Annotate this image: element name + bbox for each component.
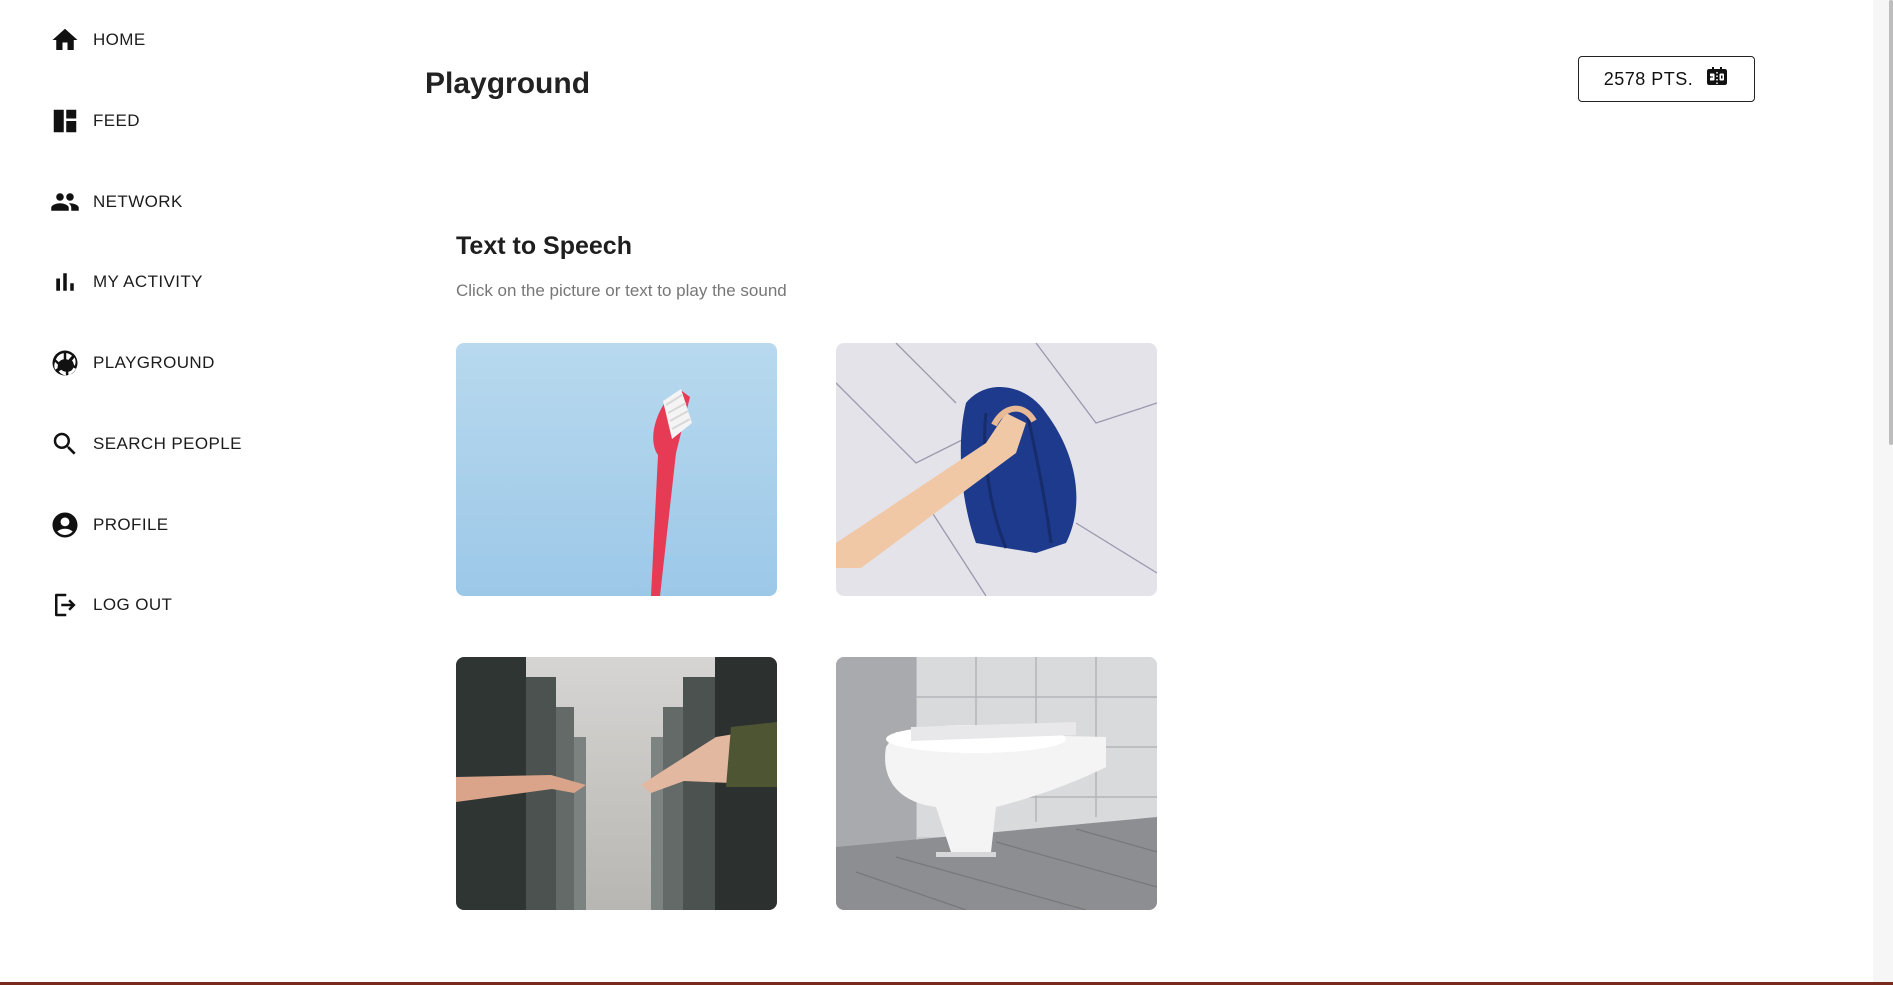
section-title: Text to Speech: [456, 232, 632, 260]
page-title: Playground: [425, 67, 591, 100]
people-icon: [50, 187, 80, 217]
towel-image: [836, 343, 1157, 596]
sidebar-item-playground[interactable]: PLAYGROUND: [50, 343, 215, 383]
account-circle-icon: [50, 510, 80, 540]
search-icon: [50, 429, 80, 459]
sidebar-item-feed[interactable]: FEED: [50, 101, 140, 141]
points-badge[interactable]: 2578 PTS.: [1578, 56, 1755, 102]
sidebar: HOME FEED NETWORK MY ACTIVITY PLAYGROUND: [0, 0, 330, 985]
scrollbar-thumb[interactable]: [1889, 0, 1893, 445]
toothbrush-image: [456, 343, 777, 596]
sidebar-item-my-activity[interactable]: MY ACTIVITY: [50, 262, 203, 302]
home-icon: [50, 25, 80, 55]
sidebar-item-network[interactable]: NETWORK: [50, 182, 183, 222]
dashboard-icon: [50, 106, 80, 136]
toilet-card[interactable]: [836, 657, 1157, 910]
logout-icon: [50, 590, 80, 620]
sidebar-item-profile[interactable]: PROFILE: [50, 505, 169, 545]
towel-card[interactable]: [836, 343, 1157, 596]
sidebar-item-home[interactable]: HOME: [50, 20, 146, 60]
sidebar-item-label: HOME: [93, 30, 146, 49]
toilet-image: [836, 657, 1157, 910]
hands-reaching-image: [456, 657, 777, 910]
scoreboard-icon: [1705, 65, 1729, 94]
sidebar-item-label: SEARCH PEOPLE: [93, 434, 242, 453]
sidebar-item-label: FEED: [93, 111, 140, 130]
sidebar-item-label: PLAYGROUND: [93, 353, 215, 372]
sidebar-item-label: NETWORK: [93, 192, 183, 211]
section-subtitle: Click on the picture or text to play the…: [456, 281, 787, 300]
sidebar-item-search-people[interactable]: SEARCH PEOPLE: [50, 424, 242, 464]
toothbrush-card[interactable]: [456, 343, 777, 596]
sidebar-item-log-out[interactable]: LOG OUT: [50, 585, 172, 625]
hands-reaching-card[interactable]: [456, 657, 777, 910]
sidebar-item-label: MY ACTIVITY: [93, 272, 203, 291]
sidebar-item-label: PROFILE: [93, 515, 169, 534]
volleyball-icon: [50, 348, 80, 378]
sidebar-item-label: LOG OUT: [93, 595, 173, 614]
bar-chart-icon: [50, 267, 80, 297]
points-label: 2578 PTS.: [1603, 68, 1694, 89]
app-viewport: HOME FEED NETWORK MY ACTIVITY PLAYGROUND: [0, 0, 1893, 985]
